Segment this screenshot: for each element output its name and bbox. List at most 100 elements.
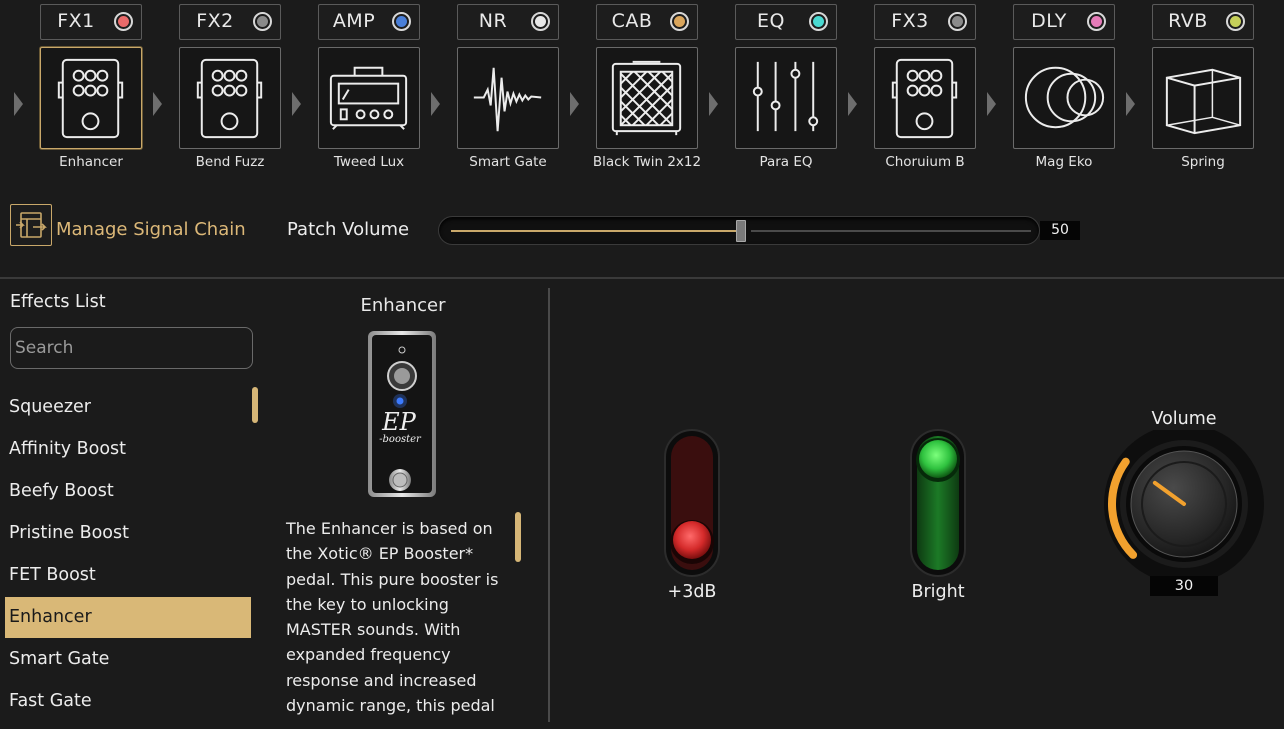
volume-value: 30 xyxy=(1150,576,1218,596)
reverb-cube-icon xyxy=(1165,68,1242,135)
effects-list-scrollbar[interactable] xyxy=(252,387,258,423)
panel-divider xyxy=(548,288,550,722)
slot-effect-name: Mag Eko xyxy=(1035,154,1093,170)
slot-header[interactable]: DLY xyxy=(1013,4,1115,40)
effects-list-item[interactable]: Squeezer xyxy=(5,387,251,428)
bright-label: Bright xyxy=(911,582,965,602)
slot-header[interactable]: FX1 xyxy=(40,4,142,40)
slot-effect-button[interactable] xyxy=(1013,47,1115,149)
pedal-logo: EP xyxy=(381,408,417,436)
effects-list-item[interactable]: Pristine Boost xyxy=(5,513,251,554)
volume-knob[interactable] xyxy=(1100,430,1264,594)
slot-name: CAB xyxy=(611,10,653,32)
slot-effect-button[interactable] xyxy=(874,47,976,149)
slot-header[interactable]: CAB xyxy=(596,4,698,40)
patch-volume-slider[interactable] xyxy=(438,216,1040,245)
slot-header[interactable]: RVB xyxy=(1152,4,1254,40)
slot-power-led-icon[interactable] xyxy=(531,12,550,31)
slot-name: FX3 xyxy=(891,10,929,32)
signal-chain-icon xyxy=(16,212,47,238)
chain-arrow-icon xyxy=(987,92,996,116)
signal-chain: FX1 Enhancer FX2 Bend Fuzz AMP Tweed Lux NR Sma… xyxy=(0,0,1284,180)
delay-circles-icon xyxy=(1024,66,1105,129)
pedal-icon xyxy=(196,58,263,139)
pedal-photo: EP -booster xyxy=(368,331,436,497)
slot-power-led-icon[interactable] xyxy=(253,12,272,31)
slot-effect-button[interactable] xyxy=(40,47,142,149)
slot-power-led-icon[interactable] xyxy=(948,12,967,31)
slot-effect-button[interactable] xyxy=(179,47,281,149)
slot-power-led-icon[interactable] xyxy=(1226,12,1245,31)
slot-name: RVB xyxy=(1168,10,1208,32)
slot-power-led-icon[interactable] xyxy=(114,12,133,31)
bright-toggle[interactable] xyxy=(909,428,967,578)
effects-search-input[interactable] xyxy=(10,327,253,369)
noise-gate-icon xyxy=(473,67,542,132)
slot-name: DLY xyxy=(1031,10,1067,32)
patch-volume-fill xyxy=(451,230,741,232)
slot-effect-name: Black Twin 2x12 xyxy=(592,154,702,170)
section-divider xyxy=(0,277,1284,279)
effects-list-item[interactable]: Beefy Boost xyxy=(5,471,251,512)
slot-header[interactable]: AMP xyxy=(318,4,420,40)
slot-effect-button[interactable] xyxy=(1152,47,1254,149)
effect-description: The Enhancer is based on the Xotic® EP B… xyxy=(286,519,499,716)
patch-volume-value: 50 xyxy=(1040,221,1080,240)
slot-effect-name: Smart Gate xyxy=(469,154,547,170)
slot-effect-button[interactable] xyxy=(596,47,698,149)
slot-power-led-icon[interactable] xyxy=(1087,12,1106,31)
chain-arrow-icon xyxy=(14,92,23,116)
slot-effect-button[interactable] xyxy=(318,47,420,149)
pedal-icon xyxy=(891,58,958,139)
chain-arrow-icon xyxy=(431,92,440,116)
slot-effect-name: Enhancer xyxy=(59,154,123,170)
boost-3db-toggle[interactable] xyxy=(663,428,721,578)
patch-volume-handle[interactable] xyxy=(736,220,746,242)
slot-header[interactable]: FX2 xyxy=(179,4,281,40)
manage-signal-chain-label[interactable]: Manage Signal Chain xyxy=(56,219,246,240)
patch-volume-label: Patch Volume xyxy=(287,219,410,240)
slot-name: FX1 xyxy=(57,10,95,32)
effect-detail-title: Enhancer xyxy=(360,295,446,316)
bright-toggle-graphic xyxy=(910,429,966,577)
effects-list-title: Effects List xyxy=(10,292,106,312)
chain-arrow-icon xyxy=(570,92,579,116)
chain-arrow-icon xyxy=(153,92,162,116)
slot-header[interactable]: NR xyxy=(457,4,559,40)
slot-effect-button[interactable] xyxy=(735,47,837,149)
slot-header[interactable]: EQ xyxy=(735,4,837,40)
slot-effect-name: Bend Fuzz xyxy=(195,154,265,170)
effects-list-item[interactable]: Affinity Boost xyxy=(5,429,251,470)
slot-effect-name: Tweed Lux xyxy=(333,154,405,170)
svg-text:-booster: -booster xyxy=(379,434,422,445)
chain-arrow-icon xyxy=(848,92,857,116)
chain-arrow-icon xyxy=(292,92,301,116)
patch-volume-track-rest xyxy=(751,230,1031,232)
amp-head-icon xyxy=(329,66,408,130)
slot-power-led-icon[interactable] xyxy=(392,12,411,31)
slot-effect-name: Para EQ xyxy=(759,154,813,170)
volume-label: Volume xyxy=(1151,409,1217,429)
slot-name: NR xyxy=(478,10,508,32)
slot-header[interactable]: FX3 xyxy=(874,4,976,40)
eq-sliders-icon xyxy=(752,61,819,132)
description-scrollbar[interactable] xyxy=(515,512,521,562)
slot-power-led-icon[interactable] xyxy=(809,12,828,31)
chain-arrow-icon xyxy=(1126,92,1135,116)
manage-signal-chain-button[interactable] xyxy=(10,204,52,246)
slot-effect-button[interactable] xyxy=(457,47,559,149)
effects-list-item[interactable]: Fast Gate xyxy=(5,681,251,722)
slot-name: AMP xyxy=(332,10,376,32)
effects-list-item[interactable]: Smart Gate xyxy=(5,639,251,680)
slot-power-led-icon[interactable] xyxy=(670,12,689,31)
slot-effect-name: Spring xyxy=(1181,154,1225,170)
cabinet-icon xyxy=(611,60,682,136)
slot-name: EQ xyxy=(757,10,785,32)
slot-effect-name: Choruium B xyxy=(885,154,965,170)
effects-list-item[interactable]: FET Boost xyxy=(5,555,251,596)
boost-toggle-graphic xyxy=(664,429,720,577)
boost-3db-label: +3dB xyxy=(667,582,717,602)
effects-list-item[interactable]: Enhancer xyxy=(5,597,251,638)
chain-arrow-icon xyxy=(709,92,718,116)
slot-name: FX2 xyxy=(196,10,234,32)
